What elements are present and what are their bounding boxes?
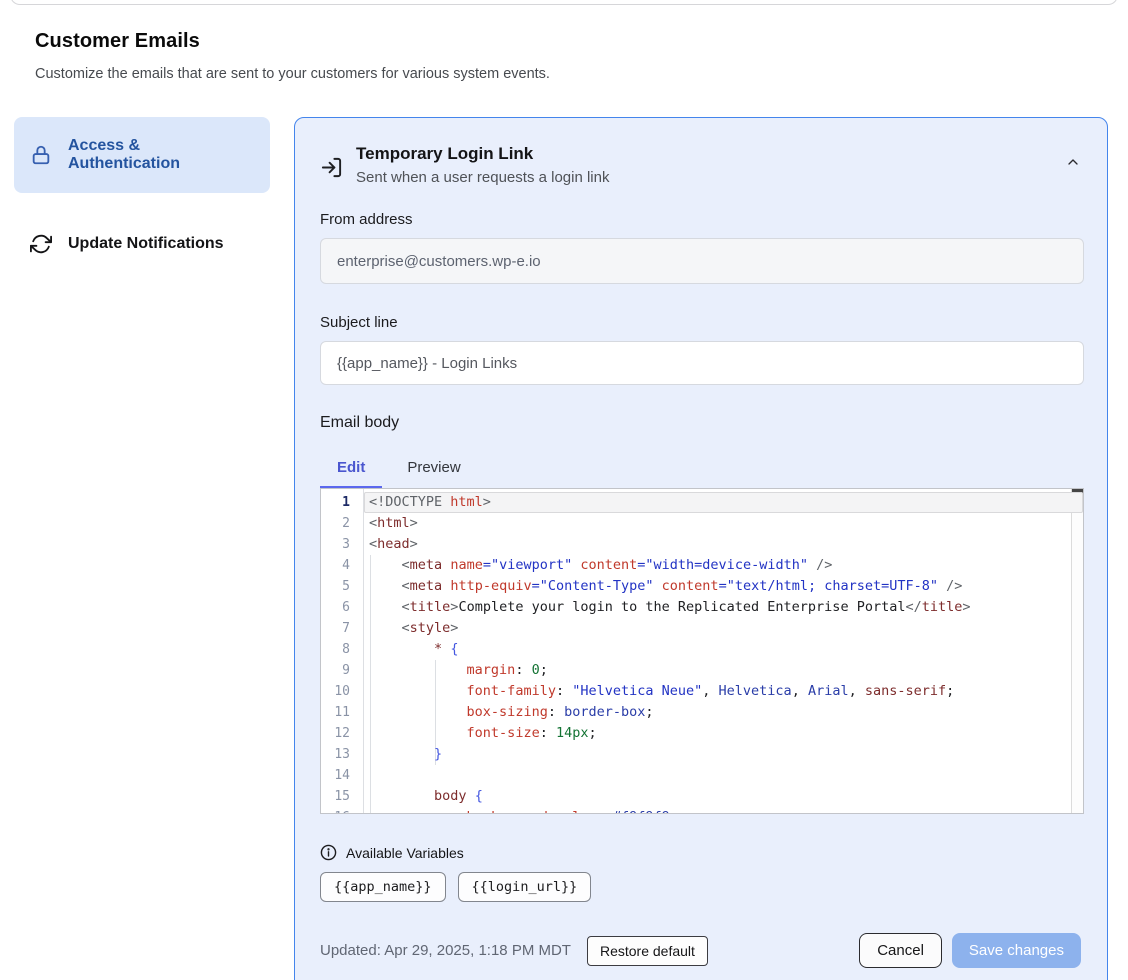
variable-chip-login-url[interactable]: {{login_url}} xyxy=(458,872,592,902)
code-editor[interactable]: 12345678910111213141516 <!DOCTYPE html><… xyxy=(320,488,1084,814)
page-header: Customer Emails Customize the emails tha… xyxy=(35,30,1128,82)
settings-sidebar: Access & Authentication Update Notificat… xyxy=(14,117,270,269)
tab-edit[interactable]: Edit xyxy=(320,449,382,489)
sidebar-item-label: Access & Authentication xyxy=(68,137,254,173)
code-line[interactable]: <!DOCTYPE html> xyxy=(364,492,1083,513)
section-subtitle: Sent when a user requests a login link xyxy=(356,169,609,186)
line-number: 9 xyxy=(321,660,363,681)
line-number: 15 xyxy=(321,786,363,807)
editor-code-area[interactable]: <!DOCTYPE html><html><head> <meta name="… xyxy=(363,489,1083,813)
panel-footer: Updated: Apr 29, 2025, 1:18 PM MDT Resto… xyxy=(320,933,1081,968)
line-number: 16 xyxy=(321,807,363,814)
code-line[interactable] xyxy=(364,765,1083,786)
code-line[interactable]: <style> xyxy=(364,618,1083,639)
code-line[interactable]: background-color: #f9f9f9; xyxy=(364,807,1083,813)
line-number: 12 xyxy=(321,723,363,744)
email-body-label: Email body xyxy=(320,414,1081,432)
line-number: 2 xyxy=(321,513,363,534)
line-number: 5 xyxy=(321,576,363,597)
code-line[interactable]: <head> xyxy=(364,534,1083,555)
from-address-input[interactable] xyxy=(320,238,1084,284)
top-card-edge xyxy=(10,0,1118,5)
info-icon xyxy=(320,844,337,861)
save-changes-button[interactable]: Save changes xyxy=(952,933,1081,968)
cancel-button[interactable]: Cancel xyxy=(859,933,942,968)
collapse-section-button[interactable] xyxy=(1065,154,1081,170)
variable-chip-app-name[interactable]: {{app_name}} xyxy=(320,872,446,902)
line-number: 13 xyxy=(321,744,363,765)
code-line[interactable]: <title>Complete your login to the Replic… xyxy=(364,597,1083,618)
line-number: 4 xyxy=(321,555,363,576)
page-subtitle: Customize the emails that are sent to yo… xyxy=(35,66,1128,82)
code-line[interactable]: box-sizing: border-box; xyxy=(364,702,1083,723)
line-number: 6 xyxy=(321,597,363,618)
code-line[interactable]: body { xyxy=(364,786,1083,807)
code-line[interactable]: * { xyxy=(364,639,1083,660)
sidebar-item-label: Update Notifications xyxy=(68,235,224,253)
line-number: 8 xyxy=(321,639,363,660)
line-number: 3 xyxy=(321,534,363,555)
code-line[interactable]: <meta http-equiv="Content-Type" content=… xyxy=(364,576,1083,597)
page-title: Customer Emails xyxy=(35,30,1128,53)
login-link-icon xyxy=(320,156,343,179)
available-variables-label: Available Variables xyxy=(346,845,464,861)
chevron-up-icon xyxy=(1065,154,1081,170)
line-number: 7 xyxy=(321,618,363,639)
line-number: 1 xyxy=(321,492,363,513)
tab-preview[interactable]: Preview xyxy=(390,449,477,489)
code-line[interactable]: <html> xyxy=(364,513,1083,534)
section-title: Temporary Login Link xyxy=(356,144,609,164)
line-number: 10 xyxy=(321,681,363,702)
lock-icon xyxy=(30,144,52,166)
email-settings-panel: Temporary Login Link Sent when a user re… xyxy=(294,117,1108,980)
updated-timestamp: Updated: Apr 29, 2025, 1:18 PM MDT xyxy=(320,942,571,959)
sidebar-item-access-authentication[interactable]: Access & Authentication xyxy=(14,117,270,193)
panel-header: Temporary Login Link Sent when a user re… xyxy=(320,144,1081,186)
refresh-icon xyxy=(30,233,52,255)
code-line[interactable]: margin: 0; xyxy=(364,660,1083,681)
code-line[interactable]: } xyxy=(364,744,1083,765)
code-line[interactable]: font-family: "Helvetica Neue", Helvetica… xyxy=(364,681,1083,702)
subject-line-label: Subject line xyxy=(320,314,1081,331)
line-number: 14 xyxy=(321,765,363,786)
editor-gutter: 12345678910111213141516 xyxy=(321,489,363,813)
email-body-tabs: Edit Preview xyxy=(320,449,1081,489)
subject-line-input[interactable] xyxy=(320,341,1084,385)
line-number: 11 xyxy=(321,702,363,723)
restore-default-button[interactable]: Restore default xyxy=(587,936,708,966)
sidebar-item-update-notifications[interactable]: Update Notifications xyxy=(14,219,270,269)
code-line[interactable]: <meta name="viewport" content="width=dev… xyxy=(364,555,1083,576)
code-line[interactable]: font-size: 14px; xyxy=(364,723,1083,744)
variable-chips: {{app_name}} {{login_url}} xyxy=(320,872,1081,902)
from-address-label: From address xyxy=(320,211,1081,228)
